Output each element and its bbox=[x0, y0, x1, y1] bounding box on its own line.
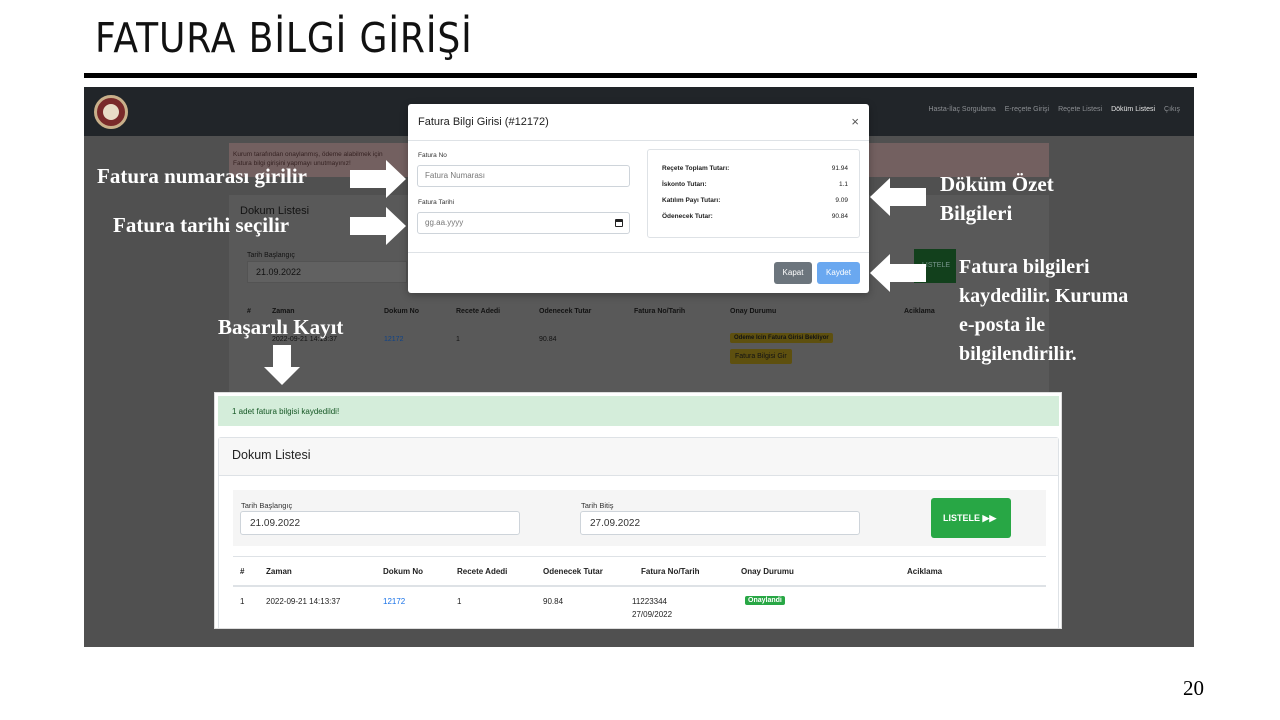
table-divider bbox=[233, 556, 1046, 557]
annotation-line: Döküm Özet bbox=[940, 172, 1054, 196]
status-badge: Onaylandi bbox=[745, 596, 785, 605]
nav-item-dokum-listesi[interactable]: Döküm Listesi bbox=[1111, 106, 1155, 113]
summary-label: Katılım Payı Tutarı: bbox=[662, 197, 721, 204]
fatura-tarihi-input[interactable]: gg.aa.yyyy bbox=[417, 212, 630, 234]
fatura-modal: Fatura Bilgi Girisi (#12172) × Fatura No… bbox=[408, 104, 869, 293]
annotation-line: e-posta ile bbox=[959, 314, 1046, 336]
summary-value: 91.94 bbox=[831, 165, 848, 172]
annotation-kaydet: Fatura bilgileri kaydedilir. Kuruma e-po… bbox=[959, 253, 1128, 369]
end-date-input[interactable]: 27.09.2022 bbox=[580, 511, 860, 535]
summary-value: 9.09 bbox=[835, 197, 848, 204]
summary-row: Ödenecek Tutar: 90.84 bbox=[662, 213, 848, 220]
annotation-line: bilgilendirilir. bbox=[959, 343, 1077, 365]
table-cell: 2022-09-21 14:13:37 bbox=[266, 597, 341, 606]
app-logo[interactable] bbox=[94, 95, 128, 129]
table-cell: 1 bbox=[240, 597, 245, 606]
annotation-line: kaydedilir. Kuruma bbox=[959, 285, 1129, 307]
annotation-line: Fatura bilgileri bbox=[959, 256, 1090, 278]
arrow-right-icon bbox=[350, 160, 406, 198]
nav-item-e-recete[interactable]: E-reçete Girişi bbox=[1005, 106, 1049, 113]
modal-divider bbox=[408, 140, 869, 141]
table-header: Onay Durumu bbox=[741, 567, 794, 576]
summary-label: Ödenecek Tutar: bbox=[662, 213, 713, 220]
annotation-basarili: Başarılı Kayıt bbox=[218, 315, 344, 339]
table-header: Recete Adedi bbox=[457, 567, 508, 576]
slide: FATURA BİLGİ GİRİŞİ Hasta-İlaç Sorgulama… bbox=[0, 0, 1280, 720]
table-cell: 90.84 bbox=[543, 597, 564, 606]
listele-button[interactable]: LISTELE ▶▶ bbox=[931, 498, 1011, 538]
start-date-label: Tarih Başlangıç bbox=[241, 501, 293, 510]
result-screenshot: 1 adet fatura bilgisi kaydedildi! Dokum … bbox=[214, 392, 1062, 629]
dokum-listesi-card: Dokum Listesi Tarih Başlangıç 21.09.2022… bbox=[218, 437, 1059, 628]
start-date-input[interactable]: 21.09.2022 bbox=[240, 511, 520, 535]
arrow-right-icon bbox=[350, 207, 406, 245]
date-placeholder: gg.aa.yyyy bbox=[425, 218, 464, 227]
summary-value: 1.1 bbox=[838, 181, 848, 188]
calendar-icon[interactable] bbox=[615, 219, 623, 227]
dokum-no-link[interactable]: 12172 bbox=[383, 597, 405, 606]
table-header: Zaman bbox=[266, 567, 292, 576]
table-cell: 1 bbox=[457, 597, 462, 606]
table-header: Dokum No bbox=[383, 567, 423, 576]
fatura-no-input[interactable]: Fatura Numarası bbox=[417, 165, 630, 187]
summary-label: Reçete Toplam Tutarı: bbox=[662, 165, 730, 172]
success-alert: 1 adet fatura bilgisi kaydedildi! bbox=[218, 396, 1059, 426]
modal-divider bbox=[408, 252, 869, 253]
close-icon[interactable]: × bbox=[851, 114, 859, 129]
end-date-label: Tarih Bitiş bbox=[581, 501, 614, 510]
summary-row: Reçete Toplam Tutarı: 91.94 bbox=[662, 165, 848, 172]
fatura-tarihi-label: Fatura Tarihi bbox=[418, 199, 455, 206]
arrow-left-icon bbox=[870, 178, 926, 216]
fatura-no-label: Fatura No bbox=[418, 152, 447, 159]
table-cell: 11223344 bbox=[632, 597, 667, 606]
summary-row: Katılım Payı Tutarı: 9.09 bbox=[662, 197, 848, 204]
nav-item-recete-listesi[interactable]: Reçete Listesi bbox=[1058, 106, 1102, 113]
annotation-ozet: Döküm Özet Bilgileri bbox=[940, 170, 1054, 228]
table-header-divider bbox=[233, 585, 1046, 587]
filter-panel: Tarih Başlangıç 21.09.2022 Tarih Bitiş 2… bbox=[233, 490, 1046, 546]
summary-row: İskonto Tutarı: 1.1 bbox=[662, 181, 848, 188]
summary-value: 90.84 bbox=[831, 213, 848, 220]
nav-links: Hasta-İlaç Sorgulama E-reçete Girişi Reç… bbox=[928, 106, 1180, 113]
modal-title: Fatura Bilgi Girisi (#12172) bbox=[418, 116, 549, 128]
annotation-fatura-no: Fatura numarası girilir bbox=[97, 164, 307, 188]
card-title: Dokum Listesi bbox=[232, 448, 311, 462]
table-header: # bbox=[240, 567, 245, 576]
page-number: 20 bbox=[1183, 676, 1204, 700]
arrow-down-icon bbox=[264, 345, 300, 385]
table-cell: 27/09/2022 bbox=[632, 610, 673, 619]
title-rule bbox=[84, 73, 1197, 78]
annotation-line: Bilgileri bbox=[940, 201, 1013, 225]
table-header: Fatura No/Tarih bbox=[641, 567, 700, 576]
kaydet-button[interactable]: Kaydet bbox=[817, 262, 860, 284]
table-header: Aciklama bbox=[907, 567, 943, 576]
table-header: Odenecek Tutar bbox=[543, 567, 603, 576]
nav-item-cikis[interactable]: Çıkış bbox=[1164, 106, 1180, 113]
kapat-button[interactable]: Kapat bbox=[774, 262, 812, 284]
summary-label: İskonto Tutarı: bbox=[662, 181, 707, 188]
summary-box: Reçete Toplam Tutarı: 91.94 İskonto Tutar… bbox=[647, 149, 860, 238]
nav-item-hasta-ilac[interactable]: Hasta-İlaç Sorgulama bbox=[928, 106, 995, 113]
card-header: Dokum Listesi bbox=[219, 438, 1058, 476]
arrow-left-icon bbox=[870, 254, 926, 292]
slide-title: FATURA BİLGİ GİRİŞİ bbox=[95, 14, 473, 62]
annotation-fatura-tarihi: Fatura tarihi seçilir bbox=[113, 213, 290, 237]
